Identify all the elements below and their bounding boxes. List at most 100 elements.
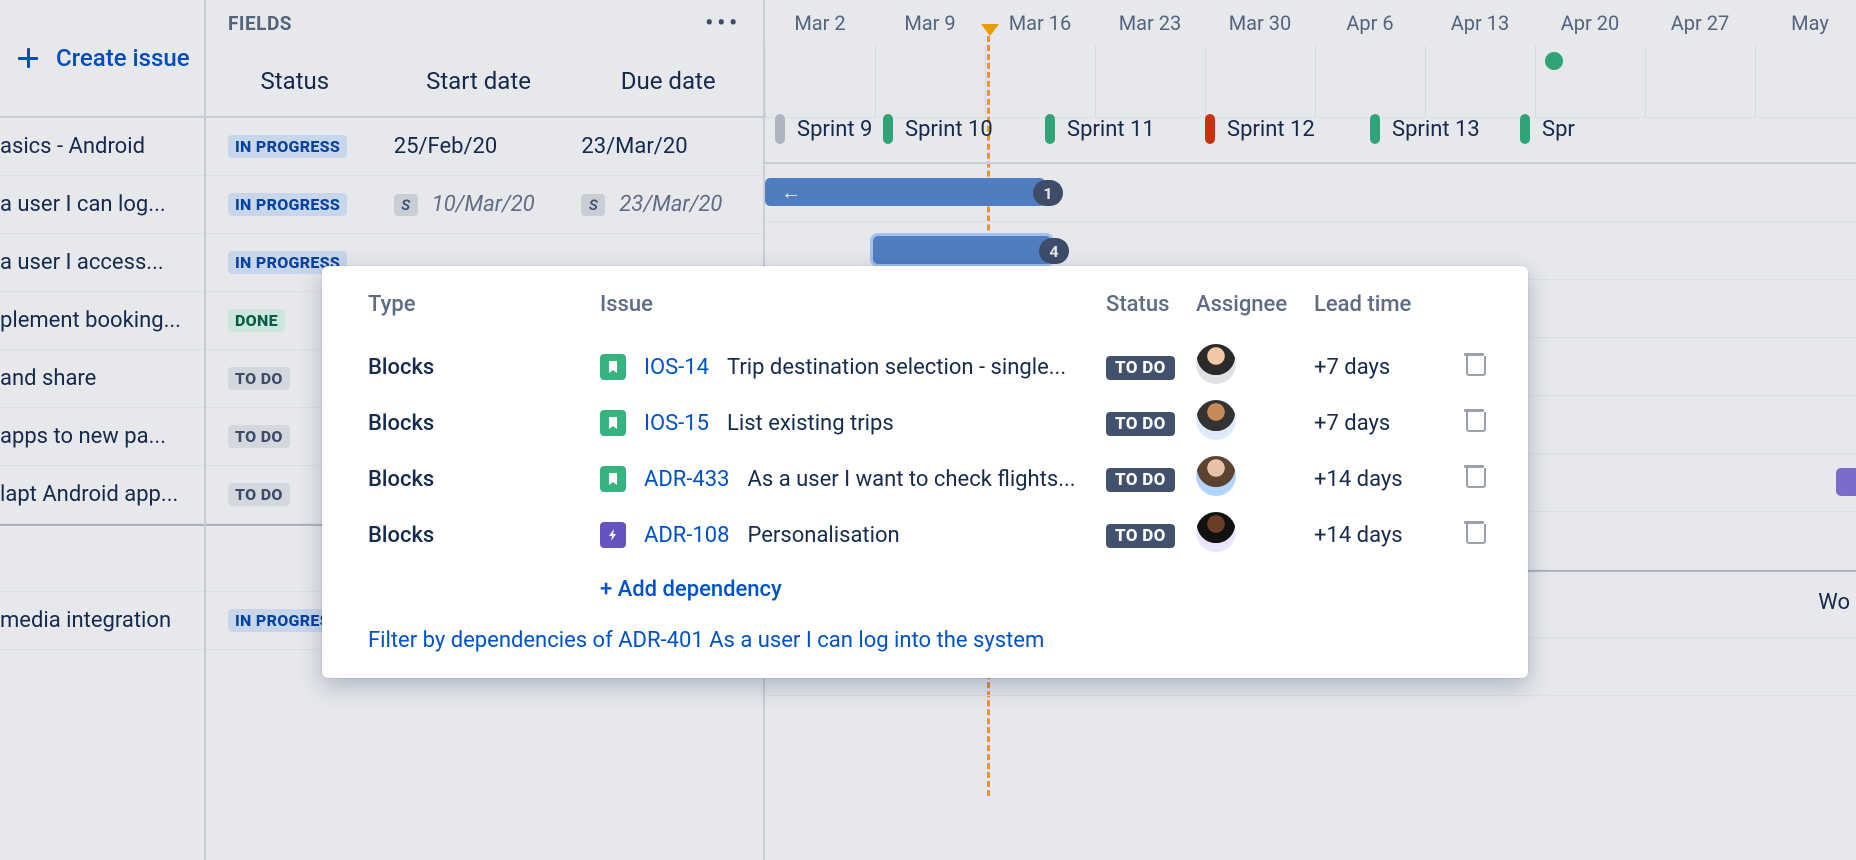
fields-column-header: Status Start date Due date [206,46,763,118]
lead-time: +7 days [1314,411,1438,436]
sprint-label[interactable]: Sprint 10 [883,114,993,144]
month-label: Mar 9 [875,11,985,35]
trash-icon[interactable] [1464,353,1484,375]
due-date: 23/Mar/20 [581,134,687,159]
create-issue-button[interactable]: Create issue [0,0,204,118]
trash-icon[interactable] [1464,465,1484,487]
col-due[interactable]: Due date [573,67,763,95]
status-badge: TO DO [228,483,290,506]
arrow-left-icon: ← [781,180,801,205]
month-label: Apr 13 [1425,11,1535,35]
due-date: 23/Mar/20 [619,192,722,217]
issue-key-link[interactable]: IOS-14 [644,355,709,380]
avatar[interactable] [1196,400,1236,440]
sprint-flag-icon: S [394,194,418,216]
status-badge: TO DO [1106,468,1175,492]
pv-col-type: Type [368,292,600,317]
status-badge: TO DO [1106,412,1175,436]
status-badge: IN PROGRESS [228,193,347,216]
pv-col-issue: Issue [600,292,1106,317]
plus-icon [16,46,40,70]
story-icon [600,410,626,436]
month-label: Apr 27 [1645,11,1755,35]
issue-row[interactable]: media integration [0,592,204,650]
dependencies-popover: Type Issue Status Assignee Lead time Blo… [322,266,1528,678]
dependency-row[interactable]: BlocksIOS-14Trip destination selection -… [368,339,1484,395]
dependency-count-badge[interactable]: 1 [1033,180,1063,206]
col-status[interactable]: Status [206,67,384,95]
start-date: 25/Feb/20 [394,134,498,159]
issue-list-panel: Create issue asics - Androida user I can… [0,0,206,860]
issue-summary: Personalisation [748,523,900,548]
sprint-header-row: Sprint 9 Sprint 10 Sprint 11 Sprint 12 Sprin… [765,96,1856,164]
issue-row[interactable]: a user I can log... [0,176,204,234]
lead-time: +14 days [1314,467,1438,492]
sprint-status-icon [883,114,893,144]
lead-time: +7 days [1314,355,1438,380]
avatar[interactable] [1196,456,1236,496]
pv-col-status: Status [1106,292,1196,317]
month-label: Apr 6 [1315,11,1425,35]
fields-row[interactable]: IN PROGRESS25/Feb/2023/Mar/20 [206,118,763,176]
lead-time: +14 days [1314,523,1438,548]
dependency-count-badge[interactable]: 4 [1039,238,1069,264]
trash-icon[interactable] [1464,521,1484,543]
trash-icon[interactable] [1464,409,1484,431]
pv-col-lead: Lead time [1314,292,1438,317]
story-icon [600,354,626,380]
month-label: Mar 2 [765,11,875,35]
issue-row[interactable]: plement booking... [0,292,204,350]
issue-key-link[interactable]: ADR-433 [644,467,730,492]
create-issue-label: Create issue [56,44,190,72]
fields-row[interactable]: IN PROGRESSS10/Mar/20S23/Mar/20 [206,176,763,234]
status-badge: DONE [228,309,285,332]
dependency-row[interactable]: Blocks ADR-433 As a user I want to check f… [368,451,1484,507]
filter-by-dependencies-link[interactable]: Filter by dependencies of ADR-401 As a u… [368,628,1484,653]
issue-summary: List existing trips [727,411,894,436]
dependency-row[interactable]: Blocks IOS-15 List existing trips TO DO +7 d… [368,395,1484,451]
avatar[interactable] [1196,344,1236,384]
fields-more-icon[interactable]: ••• [705,11,741,36]
group-separator [0,524,204,592]
issue-row[interactable]: lapt Android app... [0,466,204,524]
status-badge: TO DO [1106,356,1175,380]
issue-key-link[interactable]: ADR-108 [644,523,730,548]
epic-icon [600,522,626,548]
issue-summary: Trip destination selection - single... [727,355,1066,380]
dependency-row[interactable]: BlocksADR-108PersonalisationTO DO+14 day… [368,507,1484,563]
status-badge: TO DO [228,367,290,390]
month-label: Mar 23 [1095,11,1205,35]
issue-row[interactable]: asics - Android [0,118,204,176]
month-label: Mar 16 [985,11,1095,35]
timeline-row[interactable]: ←1 [765,164,1856,222]
dependency-type: Blocks [368,467,600,492]
status-badge: TO DO [228,425,290,448]
issue-key-link[interactable]: IOS-15 [644,411,709,436]
sprint-label[interactable]: Spr [1520,114,1575,144]
sprint-label[interactable]: Sprint 11 [1045,114,1155,144]
gantt-bar[interactable] [1836,468,1856,496]
gantt-bar[interactable]: 4 [873,236,1051,264]
month-label: Apr 20 [1535,11,1645,35]
sprint-status-icon [775,114,785,144]
gantt-bar[interactable]: ←1 [765,178,1045,206]
sprint-label[interactable]: Sprint 9 [775,114,872,144]
issue-row[interactable]: apps to new pa... [0,408,204,466]
col-start[interactable]: Start date [384,67,574,95]
issue-summary: As a user I want to check flights... [748,467,1076,492]
sprint-status-icon [1520,114,1530,144]
pv-col-assignee: Assignee [1196,292,1314,317]
sprint-status-icon [1045,114,1055,144]
sprint-label[interactable]: Sprint 13 [1370,114,1480,144]
fields-header-label: FIELDS [228,12,292,35]
issue-row[interactable]: a user I access... [0,234,204,292]
sprint-flag-icon: S [581,194,605,216]
milestone-dot-icon[interactable] [1545,52,1563,70]
sprint-label[interactable]: Sprint 12 [1205,114,1315,144]
avatar[interactable] [1196,512,1236,552]
add-dependency-button[interactable]: + Add dependency [600,577,1484,602]
status-badge: TO DO [1106,524,1175,548]
issue-row[interactable]: and share [0,350,204,408]
dependency-type: Blocks [368,411,600,436]
truncated-label: Wo [1818,590,1850,615]
